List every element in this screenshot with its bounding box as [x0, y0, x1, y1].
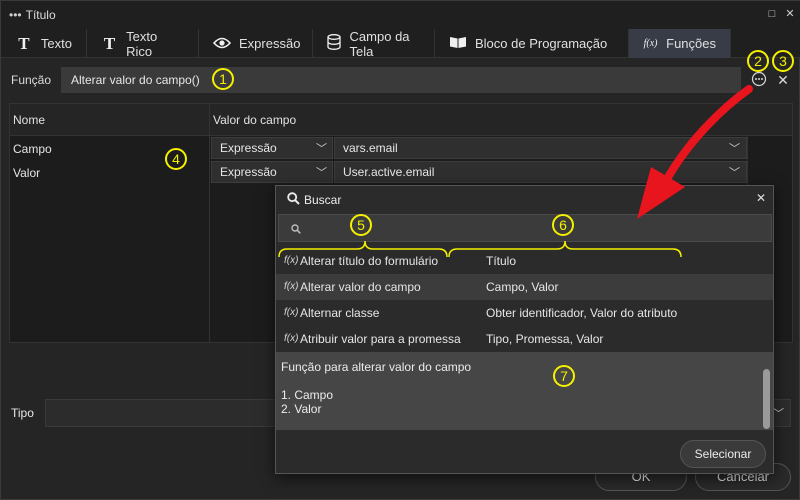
function-params: Obter identificador, Valor do atributo: [486, 306, 678, 320]
description-summary: Função para alterar valor do campo: [281, 360, 472, 374]
annotation-brace: [278, 240, 682, 258]
dialog-window: ••• Título □ ✕ T Texto T Texto Rico Expr…: [0, 0, 800, 500]
row-label-campo: Campo: [13, 142, 52, 156]
tab-label: Funções: [666, 36, 716, 51]
type-select[interactable]: Expressão ﹀: [211, 137, 333, 159]
function-icon: f(x): [284, 307, 299, 318]
chevron-down-icon: ﹀: [773, 408, 784, 420]
tab-label: Texto: [40, 36, 72, 51]
description-param: 1. Campo: [281, 388, 334, 402]
tab-label: Campo da Tela: [349, 28, 410, 59]
rich-text-icon: T: [103, 33, 116, 53]
maximize-icon[interactable]: □: [765, 7, 779, 21]
list-item[interactable]: f(x) Alterar valor do campo Campo, Valor: [276, 274, 773, 300]
type-select[interactable]: Expressão ﹀: [211, 161, 333, 183]
funcao-value: Alterar valor do campo(): [71, 73, 200, 87]
search-icon: [291, 223, 301, 237]
tab-expressao[interactable]: Expressão: [199, 29, 313, 58]
annotation-4: 4: [165, 148, 187, 170]
list-item[interactable]: f(x) Atribuir valor para a promessa Tipo…: [276, 326, 773, 352]
header-nome: Nome: [13, 113, 46, 127]
header-valor: Valor do campo: [213, 113, 297, 127]
type-value: Expressão: [220, 141, 277, 155]
book-icon: [449, 36, 467, 52]
ellipsis-icon[interactable]: •••: [9, 8, 22, 22]
value-text: vars.email: [343, 141, 398, 155]
tab-label: Texto Rico: [126, 28, 158, 59]
tab-label: Bloco de Programação: [475, 36, 608, 51]
function-name: Alterar valor do campo: [300, 280, 421, 294]
list-item[interactable]: f(x) Alternar classe Obter identificador…: [276, 300, 773, 326]
window-title: Título: [25, 8, 56, 22]
annotation-5: 5: [350, 214, 372, 236]
tab-bar: T Texto T Texto Rico Expressão Campo da …: [1, 28, 800, 59]
function-name: Atribuir valor para a promessa: [300, 332, 461, 346]
annotation-1: 1: [212, 68, 234, 90]
chevron-down-icon: ﹀: [316, 143, 327, 155]
function-params: Campo, Valor: [486, 280, 559, 294]
function-params: Tipo, Promessa, Valor: [486, 332, 604, 346]
value-text: User.active.email: [343, 165, 435, 179]
function-icon: f(x): [284, 281, 299, 292]
tab-texto[interactable]: T Texto: [1, 29, 87, 58]
annotation-2: 2: [747, 50, 769, 72]
eye-icon: [212, 36, 232, 52]
tab-bloco-de-programacao[interactable]: Bloco de Programação: [435, 29, 629, 58]
popup-title: Buscar: [304, 193, 342, 207]
type-value: Expressão: [220, 165, 277, 179]
text-icon: T: [18, 33, 30, 53]
function-name: Alternar classe: [300, 306, 380, 320]
tab-funcoes[interactable]: f(x) Funções: [629, 29, 731, 58]
function-description: Função para alterar valor do campo 1. Ca…: [276, 352, 773, 430]
tab-campo-da-tela[interactable]: Campo da Tela: [313, 28, 435, 59]
red-arrow: [637, 85, 753, 219]
annotation-6: 6: [552, 214, 574, 236]
grid-column-divider: [209, 104, 210, 342]
select-button[interactable]: Selecionar: [680, 440, 766, 468]
tipo-label: Tipo: [11, 406, 34, 420]
function-icon: f(x): [643, 38, 658, 49]
tab-texto-rico[interactable]: T Texto Rico: [87, 28, 199, 59]
tab-label: Expressão: [239, 36, 301, 51]
title-bar: ••• Título □ ✕: [1, 1, 800, 29]
row-label-valor: Valor: [13, 166, 41, 180]
annotation-3: 3: [772, 50, 794, 72]
close-icon[interactable]: ✕: [783, 7, 797, 21]
funcao-label: Função: [11, 73, 52, 87]
clear-icon[interactable]: ✕: [774, 71, 792, 89]
annotation-7: 7: [553, 365, 575, 387]
description-param: 2. Valor: [281, 402, 322, 416]
search-icon: [287, 192, 300, 208]
database-icon: [327, 34, 342, 53]
chevron-down-icon: ﹀: [316, 167, 327, 179]
function-icon: f(x): [284, 333, 299, 344]
description-scrollbar[interactable]: [763, 369, 770, 429]
